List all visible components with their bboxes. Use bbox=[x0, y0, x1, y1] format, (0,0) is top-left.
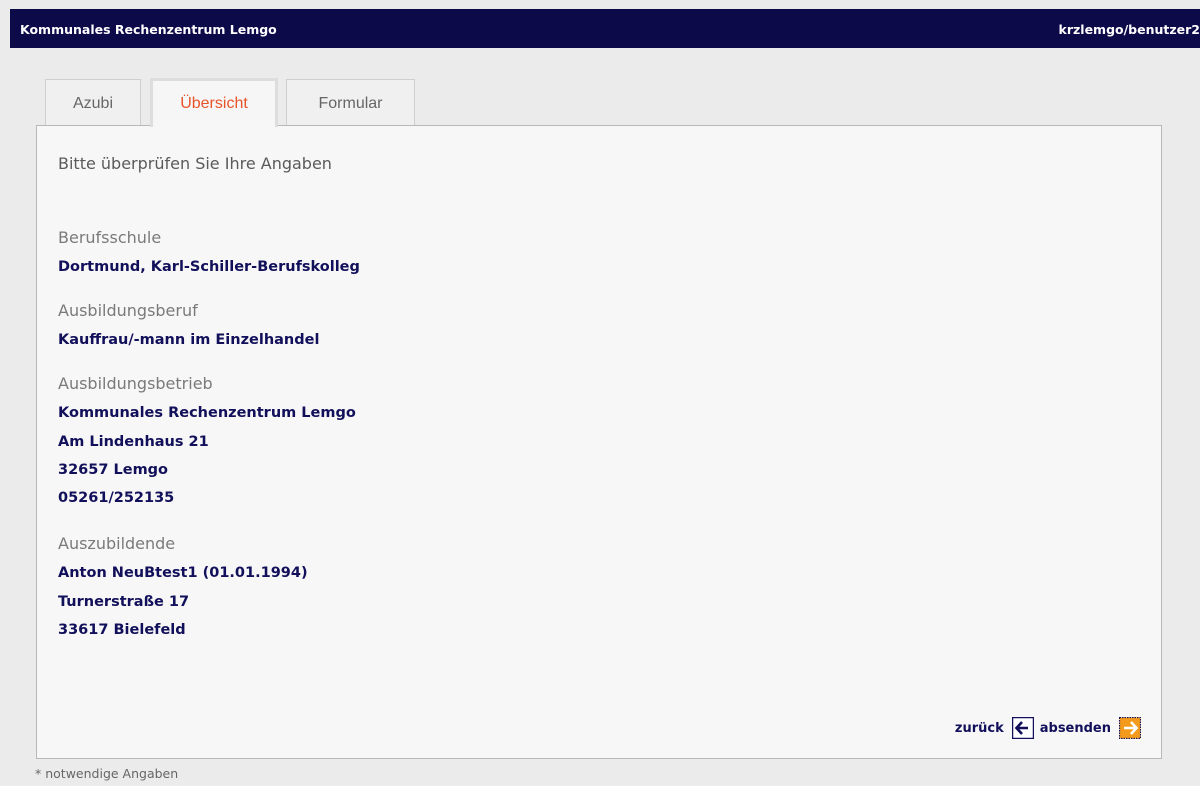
berufsschule-label: Berufsschule bbox=[58, 228, 162, 247]
back-link[interactable]: zurück bbox=[955, 721, 1004, 736]
arrow-left-icon[interactable] bbox=[1011, 716, 1034, 740]
ausbildungsberuf-label: Ausbildungsberuf bbox=[58, 301, 198, 320]
user-path: krzlemgo/benutzer2 bbox=[1058, 22, 1200, 37]
ausbildungsbetrieb-street: Am Lindenhaus 21 bbox=[58, 434, 209, 450]
header-bar: Kommunales Rechenzentrum Lemgo krzlemgo/… bbox=[10, 9, 1200, 48]
ausbildungsberuf-value: Kauffrau/-mann im Einzelhandel bbox=[58, 332, 320, 348]
ausbildungsbetrieb-city: 32657 Lemgo bbox=[58, 462, 169, 478]
berufsschule-value: Dortmund, Karl-Schiller-Berufskolleg bbox=[58, 259, 360, 275]
app-title: Kommunales Rechenzentrum Lemgo bbox=[20, 22, 277, 37]
intro-text: Bitte überprüfen Sie Ihre Angaben bbox=[58, 154, 332, 173]
action-bar: zurück absenden bbox=[955, 716, 1142, 740]
tab-uebersicht[interactable]: Übersicht bbox=[150, 78, 278, 127]
ausbildungsbetrieb-label: Ausbildungsbetrieb bbox=[58, 374, 213, 393]
submit-link[interactable]: absenden bbox=[1040, 721, 1111, 736]
tab-azubi[interactable]: Azubi bbox=[45, 79, 141, 125]
auszubildende-street: Turnerstraße 17 bbox=[58, 594, 190, 610]
tab-formular[interactable]: Formular bbox=[286, 79, 415, 125]
required-fields-note: * notwendige Angaben bbox=[35, 766, 179, 781]
auszubildende-city: 33617 Bielefeld bbox=[58, 622, 186, 638]
ausbildungsbetrieb-name: Kommunales Rechenzentrum Lemgo bbox=[58, 405, 356, 421]
auszubildende-name: Anton NeuBtest1 (01.01.1994) bbox=[58, 565, 308, 581]
auszubildende-label: Auszubildende bbox=[58, 534, 176, 553]
summary-panel: Bitte überprüfen Sie Ihre Angaben Berufs… bbox=[36, 125, 1162, 759]
arrow-right-icon[interactable] bbox=[1118, 716, 1142, 740]
ausbildungsbetrieb-phone: 05261/252135 bbox=[58, 490, 175, 506]
